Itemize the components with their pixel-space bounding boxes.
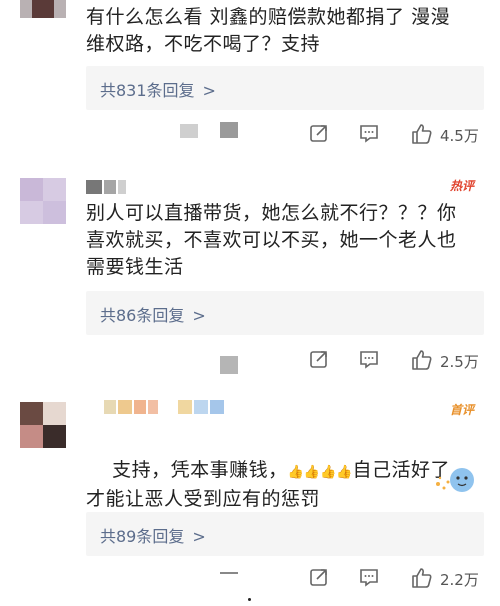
action-bar: 2.2万	[0, 566, 500, 592]
view-replies-link[interactable]: 共831条回复 >	[100, 77, 216, 101]
comment-text: 别人可以直播带货，她怎么就不行？？？你 喜欢就买，不喜欢可以不买，她一个老人也 …	[86, 202, 457, 278]
username-blurred[interactable]	[104, 400, 224, 414]
action-bar: 4.5万	[0, 122, 500, 148]
page-indicator-dot	[248, 598, 251, 601]
decorative-sticker-icon	[432, 460, 480, 501]
action-bar: 2.5万	[0, 348, 500, 374]
reply-box[interactable]: 共86条回复 >	[86, 291, 484, 335]
chevron-right-icon: >	[192, 527, 206, 546]
chevron-right-icon: >	[202, 81, 216, 100]
comment-icon[interactable]	[358, 122, 380, 148]
avatar[interactable]	[20, 402, 66, 448]
reply-count: 共831条回复	[100, 81, 195, 100]
like-icon[interactable]	[410, 122, 434, 150]
like-count: 4.5万	[440, 127, 479, 145]
like-icon[interactable]	[410, 348, 434, 376]
chevron-right-icon: >	[192, 306, 206, 325]
comment-text-part: 才能让恶人受到应有的惩罚	[86, 488, 321, 510]
comment-text: 有什么怎么看 刘鑫的赔偿款她都捐了 漫漫 维权路，不吃不喝了？支持	[86, 6, 451, 55]
reply-count: 共89条回复	[100, 527, 185, 546]
avatar[interactable]	[20, 0, 66, 18]
reply-box[interactable]: 共831条回复 >	[86, 66, 484, 110]
reply-count: 共86条回复	[100, 306, 185, 325]
share-icon[interactable]	[308, 566, 330, 592]
comment-text-part: 支持，凭本事赚钱，	[112, 459, 288, 481]
like-count: 2.5万	[440, 353, 479, 371]
view-replies-link[interactable]: 共86条回复 >	[100, 302, 206, 326]
share-icon[interactable]	[308, 122, 330, 148]
reply-box[interactable]: 共89条回复 >	[86, 512, 484, 556]
username-blurred[interactable]	[86, 180, 126, 194]
like-icon[interactable]	[410, 566, 434, 594]
share-icon[interactable]	[308, 348, 330, 374]
avatar[interactable]	[20, 178, 66, 224]
hot-comment-badge: 热评	[449, 179, 474, 193]
comment-icon[interactable]	[358, 566, 380, 592]
comment-icon[interactable]	[358, 348, 380, 374]
view-replies-link[interactable]: 共89条回复 >	[100, 523, 206, 547]
like-count: 2.2万	[440, 571, 479, 589]
thumbs-up-emojis: 👍👍👍👍	[287, 465, 353, 480]
first-comment-badge: 首评	[449, 403, 474, 417]
